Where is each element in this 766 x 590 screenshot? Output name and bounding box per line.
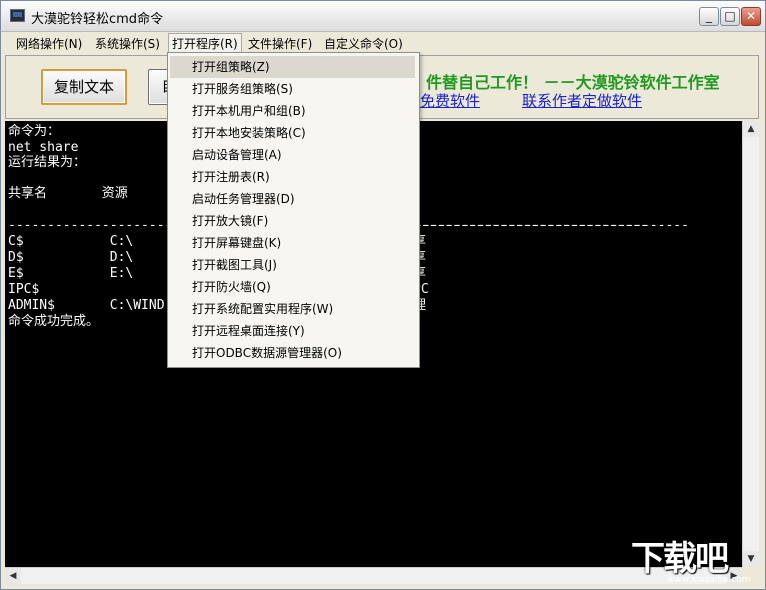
console-line: net share bbox=[8, 140, 79, 155]
console-line: 命令成功完成。 bbox=[8, 314, 100, 329]
open-program-dropdown: 打开组策略(Z) 打开服务组策略(S) 打开本机用户和组(B) 打开本地安装策略… bbox=[167, 52, 420, 368]
menu-file[interactable]: 文件操作(F) bbox=[248, 35, 312, 52]
menu-item-on-screen-keyboard[interactable]: 打开屏幕键盘(K) bbox=[170, 232, 415, 254]
menu-item-registry[interactable]: 打开注册表(R) bbox=[170, 166, 415, 188]
console-line: 运行结果为： bbox=[8, 155, 87, 170]
app-window: 大漠驼铃轻松cmd命令 _ □ ✕ 网络操作(N) 系统操作(S) 打开程序(R… bbox=[0, 0, 766, 590]
contact-author-link[interactable]: 联系作者定做软件 bbox=[522, 90, 642, 111]
title-bar[interactable]: 大漠驼铃轻松cmd命令 _ □ ✕ bbox=[1, 1, 765, 32]
scroll-left-icon[interactable]: ◀ bbox=[5, 568, 21, 584]
maximize-button[interactable]: □ bbox=[720, 7, 740, 26]
menu-item-remote-desktop[interactable]: 打开远程桌面连接(Y) bbox=[170, 320, 415, 342]
menu-network[interactable]: 网络操作(N) bbox=[16, 35, 82, 52]
console-dash-fragment: ------------------------------ bbox=[413, 218, 648, 233]
menu-system[interactable]: 系统操作(S) bbox=[95, 35, 160, 52]
menu-item-local-users-groups[interactable]: 打开本机用户和组(B) bbox=[170, 100, 415, 122]
console-line: ADMIN$ C:\WIND bbox=[8, 298, 165, 313]
window-title: 大漠驼铃轻松cmd命令 bbox=[31, 12, 164, 27]
menu-custom-command[interactable]: 自定义命令(O) bbox=[324, 35, 403, 52]
menu-item-firewall[interactable]: 打开防火墙(Q) bbox=[170, 276, 415, 298]
scroll-up-icon[interactable]: ▲ bbox=[743, 121, 759, 137]
watermark-url: www.xiazaiba.com bbox=[667, 575, 751, 585]
minimize-button[interactable]: _ bbox=[699, 7, 719, 26]
menu-item-magnifier[interactable]: 打开放大镜(F) bbox=[170, 210, 415, 232]
menu-item-odbc[interactable]: 打开ODBC数据源管理器(O) bbox=[170, 342, 415, 364]
menu-item-local-install-policy[interactable]: 打开本地安装策略(C) bbox=[170, 122, 415, 144]
close-button[interactable]: ✕ bbox=[741, 7, 761, 26]
watermark-brand: 下载吧 bbox=[631, 539, 729, 579]
console-line: D$ D:\ bbox=[8, 250, 134, 265]
menu-item-group-policy[interactable]: 打开组策略(Z) bbox=[170, 56, 415, 78]
menu-bar: 网络操作(N) 系统操作(S) 打开程序(R) 文件操作(F) 自定义命令(O) bbox=[1, 33, 765, 55]
menu-item-device-manager[interactable]: 启动设备管理(A) bbox=[170, 144, 415, 166]
console-line: IPC$ bbox=[8, 282, 40, 297]
menu-item-msconfig[interactable]: 打开系统配置实用程序(W) bbox=[170, 298, 415, 320]
free-software-link[interactable]: 免费软件 bbox=[420, 90, 480, 111]
console-line: E$ E:\ bbox=[8, 266, 134, 281]
console-line: 共享名 资源 bbox=[8, 186, 128, 201]
menu-item-service-group-policy[interactable]: 打开服务组策略(S) bbox=[170, 78, 415, 100]
vertical-scrollbar[interactable]: ▲ ▼ bbox=[742, 121, 759, 567]
menu-item-task-manager[interactable]: 启动任务管理器(D) bbox=[170, 188, 415, 210]
console-line: C$ C:\ bbox=[8, 234, 134, 249]
copy-text-button[interactable]: 复制文本 bbox=[41, 69, 127, 105]
watermark-logo: 下载吧 www.xiazaiba.com bbox=[627, 531, 765, 589]
menu-item-snipping-tool[interactable]: 打开截图工具(J) bbox=[170, 254, 415, 276]
console-app-icon bbox=[10, 9, 25, 22]
console-line: 命令为： bbox=[8, 124, 61, 139]
